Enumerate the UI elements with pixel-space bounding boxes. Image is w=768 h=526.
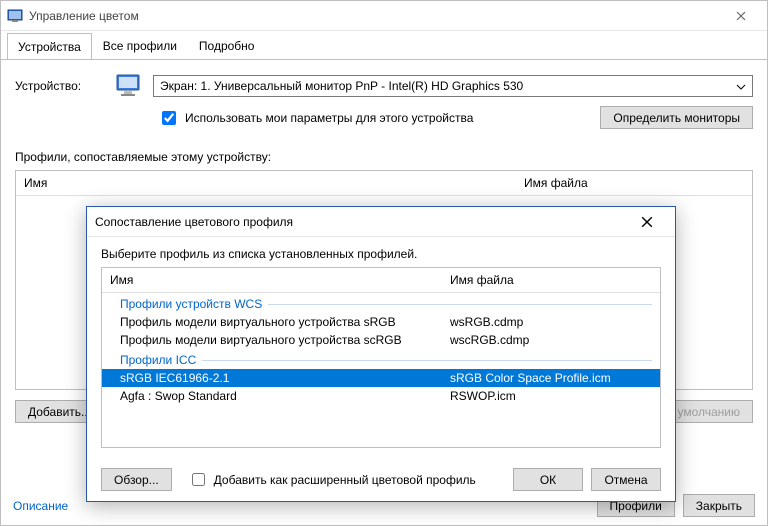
add-advanced-checkbox[interactable] [192,473,205,486]
row-file: RSWOP.icm [442,387,660,405]
tab-devices[interactable]: Устройства [7,33,92,60]
device-label: Устройство: [15,79,105,93]
list-item[interactable]: sRGB IEC61966-2.1 sRGB Color Space Profi… [102,369,660,387]
profiles-heading: Профили, сопоставляемые этому устройству… [15,150,753,164]
tab-all-profiles[interactable]: Все профили [92,32,188,59]
monitor-icon [115,72,143,100]
cancel-button[interactable]: Отмена [591,468,661,491]
list-item[interactable]: Профиль модели виртуального устройства s… [102,331,660,349]
row-name: Профиль модели виртуального устройства s… [102,313,442,331]
dialog-titlebar: Сопоставление цветового профиля [87,207,675,237]
row-name: Профиль модели виртуального устройства s… [102,331,442,349]
group-icc-label: Профили ICC [120,353,196,367]
row-file: sRGB Color Space Profile.icm [442,369,660,387]
titlebar: Управление цветом [1,1,767,31]
ok-button[interactable]: ОК [513,468,583,491]
dialog-instruction: Выберите профиль из списка установленных… [101,247,661,261]
dialog-title: Сопоставление цветового профиля [95,215,627,229]
col-name[interactable]: Имя [16,171,516,195]
add-advanced-label: Добавить как расширенный цветовой профил… [214,473,476,487]
app-icon [7,8,23,24]
chevron-down-icon [736,79,746,93]
window-title: Управление цветом [29,9,721,23]
close-button[interactable] [721,2,761,30]
col-file[interactable]: Имя файла [442,268,660,292]
device-row: Устройство: Экран: 1. Универсальный мони… [15,72,753,100]
add-advanced-row: Добавить как расширенный цветовой профил… [188,470,476,489]
device-select[interactable]: Экран: 1. Универсальный монитор PnP - In… [153,75,753,97]
row-name: sRGB IEC61966-2.1 [102,369,442,387]
identify-monitors-button[interactable]: Определить мониторы [600,106,753,129]
dialog-body: Выберите профиль из списка установленных… [87,237,675,458]
col-file[interactable]: Имя файла [516,171,752,195]
tab-advanced[interactable]: Подробно [188,32,266,59]
group-wcs-label: Профили устройств WCS [120,297,262,311]
profile-listview[interactable]: Имя Имя файла Профили устройств WCS Проф… [101,267,661,448]
close-window-button[interactable]: Закрыть [683,494,755,517]
group-icc: Профили ICC [102,349,660,369]
list-item[interactable]: Профиль модели виртуального устройства s… [102,313,660,331]
row-file: wsRGB.cdmp [442,313,660,331]
profile-column-headers: Имя Имя файла [102,268,660,293]
row-name: Agfa : Swop Standard [102,387,442,405]
tabstrip: Устройства Все профили Подробно [1,31,767,59]
understanding-link[interactable]: Описание [13,499,68,513]
device-select-value: Экран: 1. Универсальный монитор PnP - In… [160,79,523,93]
row-file: wscRGB.cdmp [442,331,660,349]
dialog-footer: Обзор... Добавить как расширенный цветов… [87,458,675,501]
associate-profile-dialog: Сопоставление цветового профиля Выберите… [86,206,676,502]
use-my-settings-label: Использовать мои параметры для этого уст… [185,111,473,125]
browse-button[interactable]: Обзор... [101,468,172,491]
group-wcs: Профили устройств WCS [102,293,660,313]
col-name[interactable]: Имя [102,268,442,292]
profiles-column-headers: Имя Имя файла [16,171,752,196]
use-my-settings-checkbox[interactable] [162,111,176,125]
list-item[interactable]: Agfa : Swop Standard RSWOP.icm [102,387,660,405]
dialog-close-button[interactable] [627,208,667,236]
